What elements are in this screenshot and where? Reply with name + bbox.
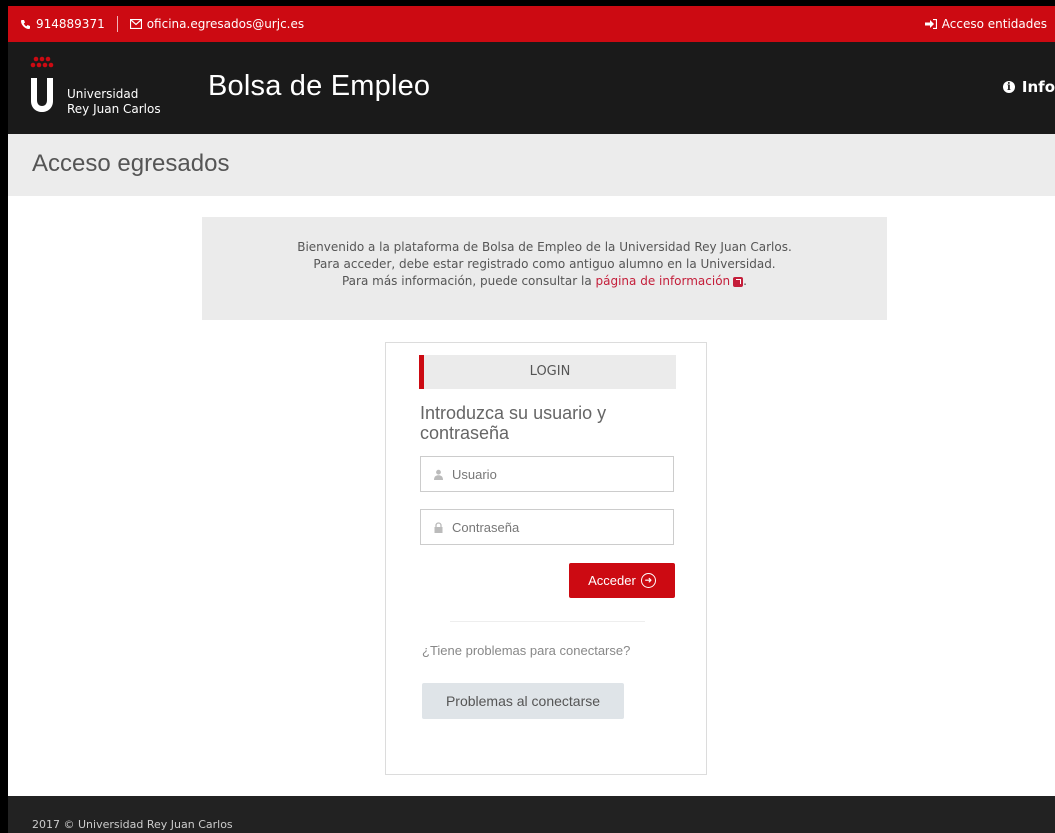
password-placeholder: Contraseña [452,519,520,535]
welcome-notice: Bienvenido a la plataforma de Bolsa de E… [202,217,887,320]
login-heading: Introduzca su usuario y contraseña [420,403,607,443]
site-footer: 2017 © Universidad Rey Juan Carlos [8,796,1055,833]
login-tab[interactable]: LOGIN [419,355,676,389]
info-page-link[interactable]: página de información [596,274,744,288]
info-link-label: Info [1021,78,1055,96]
email-address: oficina.egresados@urjc.es [146,17,305,31]
external-link-icon [733,276,744,287]
urjc-logo-icon [30,56,54,112]
phone-link[interactable]: 914889371 [20,17,105,31]
topbar-separator [116,16,118,32]
info-link[interactable]: i Info [1002,78,1055,96]
info-page-link-label: página de información [595,274,731,288]
university-name: Universidad Rey Juan Carlos [67,87,161,117]
university-logo[interactable]: Universidad Rey Juan Carlos [28,54,166,124]
info-icon: i [1002,81,1015,93]
login-submit-label: Acceder [588,573,636,588]
login-submit-button[interactable]: Acceder ➜ [569,563,675,598]
university-name-line2: Rey Juan Carlos [67,102,161,116]
site-header: Universidad Rey Juan Carlos Bolsa de Emp… [8,42,1055,134]
app-title[interactable]: Bolsa de Empleo [208,70,430,103]
lock-icon [434,521,443,533]
password-field[interactable]: Contraseña [420,509,674,545]
login-divider [450,621,645,622]
connection-problems-question: ¿Tiene problemas para conectarse? [422,643,631,658]
entities-access-label: Acceso entidades [941,17,1047,31]
phone-icon [21,19,30,29]
entities-access-link[interactable]: Acceso entidades [924,6,1047,42]
university-name-line1: Universidad [67,87,139,101]
phone-number: 914889371 [36,17,105,31]
circle-arrow-right-icon: ➜ [640,573,656,588]
page-header: Acceso egresados [8,134,1055,196]
login-card: LOGIN Introduzca su usuario y contraseña… [385,342,707,775]
top-contact-bar: 914889371 oficina.egresados@urjc.es Acce… [8,6,1055,42]
welcome-line-3-prefix: Para más información, puede consultar la [341,274,596,288]
page-title: Acceso egresados [32,150,230,177]
username-field[interactable]: Usuario [420,456,674,492]
welcome-line-3-suffix: . [743,274,747,288]
sign-in-icon [924,19,937,29]
user-icon [434,469,443,480]
welcome-line-1: Bienvenido a la plataforma de Bolsa de E… [297,240,792,254]
envelope-icon [129,19,142,29]
footer-copyright: 2017 © Universidad Rey Juan Carlos [32,818,233,831]
connection-problems-button[interactable]: Problemas al conectarse [422,683,624,719]
email-link[interactable]: oficina.egresados@urjc.es [129,17,305,31]
welcome-line-3: Para más información, puede consultar la… [202,273,887,290]
username-placeholder: Usuario [452,466,497,482]
welcome-line-2: Para acceder, debe estar registrado como… [313,257,776,271]
